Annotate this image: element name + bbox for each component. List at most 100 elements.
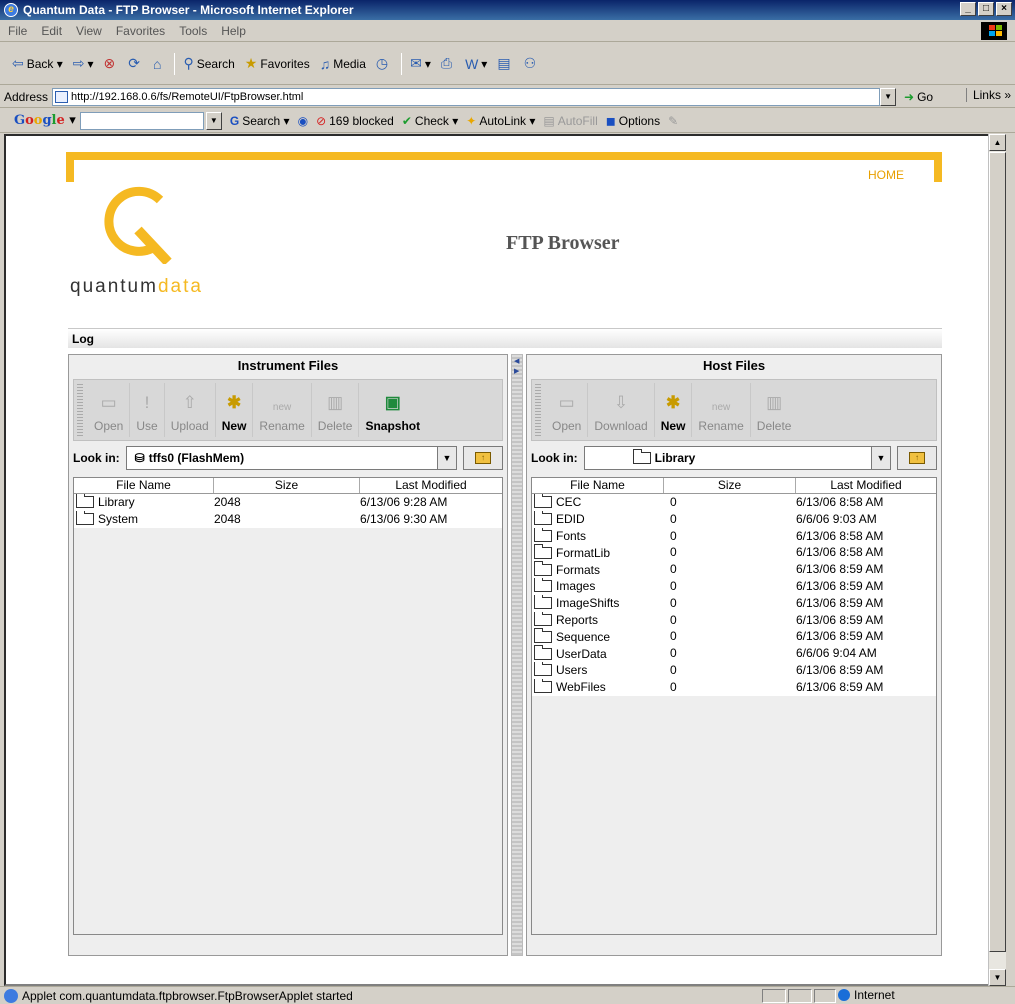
google-search-input[interactable]: [79, 111, 204, 130]
table-row[interactable]: Formats 0 6/13/06 8:59 AM: [532, 561, 936, 578]
close-button[interactable]: ×: [996, 2, 1012, 16]
address-input[interactable]: http://192.168.0.6/fs/RemoteUI/FtpBrowse…: [52, 87, 881, 106]
splitter-right-arrow-icon[interactable]: ▶: [514, 367, 522, 375]
menu-file[interactable]: File: [8, 24, 27, 38]
table-row[interactable]: Images 0 6/13/06 8:59 AM: [532, 577, 936, 595]
home-button[interactable]: ⌂: [153, 56, 164, 72]
instrument-use-button[interactable]: ! Use: [130, 383, 165, 437]
column-header-name[interactable]: File Name: [74, 478, 214, 493]
google-toolbar: Google ▾ ▼ G Search ▾ ◉ ⊘ 169 blocked ✔ Che…: [0, 109, 1015, 133]
maximize-button[interactable]: □: [978, 2, 994, 16]
table-row[interactable]: ImageShifts 0 6/13/06 8:59 AM: [532, 594, 936, 612]
table-row[interactable]: System 2048 6/13/06 9:30 AM: [74, 510, 502, 528]
menu-tools[interactable]: Tools: [179, 24, 207, 38]
stop-button[interactable]: ⊗: [104, 55, 119, 72]
table-row[interactable]: Sequence 0 6/13/06 8:59 AM: [532, 628, 936, 645]
print-button[interactable]: ⎙: [441, 55, 455, 72]
messenger-button[interactable]: ⚇: [524, 55, 540, 72]
mail-button[interactable]: ✉ ▾: [410, 55, 431, 72]
instrument-file-list: Library 2048 6/13/06 9:28 AM System 2048…: [74, 494, 502, 528]
instrument-panel-title: Instrument Files: [237, 358, 339, 373]
host-look-in-dropdown[interactable]: ▼: [871, 446, 891, 470]
address-dropdown[interactable]: ▼: [880, 87, 897, 106]
log-tab[interactable]: Log: [68, 328, 942, 348]
column-header-size[interactable]: Size: [664, 478, 796, 493]
instrument-upload-button[interactable]: ⇧ Upload: [165, 383, 216, 437]
table-row[interactable]: Fonts 0 6/13/06 8:58 AM: [532, 527, 936, 545]
google-site-button[interactable]: ◉: [298, 114, 308, 128]
table-row[interactable]: CEC 0 6/13/06 8:58 AM: [532, 494, 936, 511]
google-search-dropdown[interactable]: ▼: [205, 111, 222, 130]
toolbar-grip[interactable]: [77, 384, 83, 436]
instrument-new-button[interactable]: ✱ New: [216, 383, 254, 437]
instrument-file-table: File Name Size Last Modified Library 204…: [73, 477, 503, 935]
file-modified: 6/13/06 8:59 AM: [796, 629, 884, 644]
discuss-button[interactable]: ▤: [497, 55, 513, 72]
file-modified: 6/13/06 9:30 AM: [360, 511, 448, 526]
media-button[interactable]: ♫ Media: [320, 56, 366, 72]
column-header-name[interactable]: File Name: [532, 478, 664, 493]
instrument-open-button[interactable]: ▭ Open: [88, 383, 131, 437]
toolbar-grip[interactable]: [535, 384, 541, 436]
menu-help[interactable]: Help: [221, 24, 246, 38]
column-header-modified[interactable]: Last Modified: [796, 478, 936, 493]
instrument-up-folder-button[interactable]: ↑: [463, 446, 503, 470]
column-header-size[interactable]: Size: [214, 478, 360, 493]
table-row[interactable]: WebFiles 0 6/13/06 8:59 AM: [532, 678, 936, 696]
table-row[interactable]: Reports 0 6/13/06 8:59 AM: [532, 611, 936, 629]
table-row[interactable]: UserData 0 6/6/06 9:04 AM: [532, 645, 936, 662]
table-row[interactable]: Library 2048 6/13/06 9:28 AM: [74, 494, 502, 511]
home-link[interactable]: HOME: [868, 168, 904, 182]
go-button[interactable]: ➜ Go: [904, 90, 933, 104]
splitter-left-arrow-icon[interactable]: ◀: [514, 357, 522, 365]
instrument-look-in-dropdown[interactable]: ▼: [437, 446, 457, 470]
edit-button[interactable]: W ▾: [465, 56, 487, 72]
options-button[interactable]: ◼ Options: [606, 114, 660, 128]
google-logo[interactable]: Google ▾: [14, 113, 76, 128]
instrument-rename-button[interactable]: new Rename: [253, 383, 312, 437]
search-button[interactable]: ⚲ Search: [183, 55, 234, 72]
spell-check-button[interactable]: ✔ Check ▾: [402, 114, 458, 128]
scrollbar-thumb[interactable]: [989, 152, 1006, 952]
table-empty-area: [74, 527, 502, 934]
instrument-delete-button[interactable]: ▥ Delete: [312, 383, 360, 437]
host-look-in-select[interactable]: Library: [583, 446, 872, 470]
table-row[interactable]: EDID 0 6/6/06 9:03 AM: [532, 510, 936, 528]
instrument-snapshot-button[interactable]: ▣ Snapshot: [359, 383, 426, 437]
highlight-button[interactable]: ✎: [668, 114, 678, 128]
host-download-button[interactable]: ⇩ Download: [588, 383, 655, 437]
host-rename-button[interactable]: new Rename: [692, 383, 751, 437]
autofill-button[interactable]: ▤ AutoFill: [543, 114, 597, 128]
scroll-up-arrow-icon[interactable]: ▲: [989, 134, 1006, 151]
menu-edit[interactable]: Edit: [41, 24, 62, 38]
host-delete-button[interactable]: ▥ Delete: [751, 383, 798, 437]
panel-splitter[interactable]: ◀ ▶: [511, 354, 523, 956]
minimize-button[interactable]: _: [960, 2, 976, 16]
menu-favorites[interactable]: Favorites: [116, 24, 165, 38]
host-look-in-label: Look in:: [531, 451, 578, 465]
favorites-button[interactable]: ★ Favorites: [245, 55, 310, 72]
scroll-down-arrow-icon[interactable]: ▼: [989, 969, 1006, 986]
table-row[interactable]: FormatLib 0 6/13/06 8:58 AM: [532, 544, 936, 561]
home-icon: ⌂: [153, 55, 162, 72]
column-header-modified[interactable]: Last Modified: [360, 478, 502, 493]
page-scrollbar[interactable]: ▲ ▼: [988, 134, 1006, 986]
toolbar-separator: [401, 52, 403, 75]
host-open-button[interactable]: ▭ Open: [546, 383, 589, 437]
zone-label: Internet: [854, 988, 895, 1002]
forward-button[interactable]: ⇨ ▾: [73, 55, 94, 72]
instrument-look-in-select[interactable]: ⛁ tffs0 (FlashMem): [125, 446, 438, 470]
google-search-button[interactable]: G Search ▾: [230, 114, 290, 128]
history-button[interactable]: ◷: [376, 55, 391, 72]
host-new-button[interactable]: ✱ New: [655, 383, 693, 437]
refresh-button[interactable]: ⟳: [128, 55, 143, 72]
back-button[interactable]: ⇦ Back ▾: [12, 55, 63, 72]
table-row[interactable]: Users 0 6/13/06 8:59 AM: [532, 661, 936, 679]
autolink-button[interactable]: ✦ AutoLink ▾: [466, 114, 535, 128]
search-label: Search: [196, 56, 235, 71]
menu-view[interactable]: View: [76, 24, 102, 38]
links-button[interactable]: Links »: [965, 88, 1011, 102]
host-up-folder-button[interactable]: ↑: [897, 446, 937, 470]
folder-icon: [534, 494, 552, 509]
popup-blocker-button[interactable]: ⊘ 169 blocked: [316, 114, 394, 128]
